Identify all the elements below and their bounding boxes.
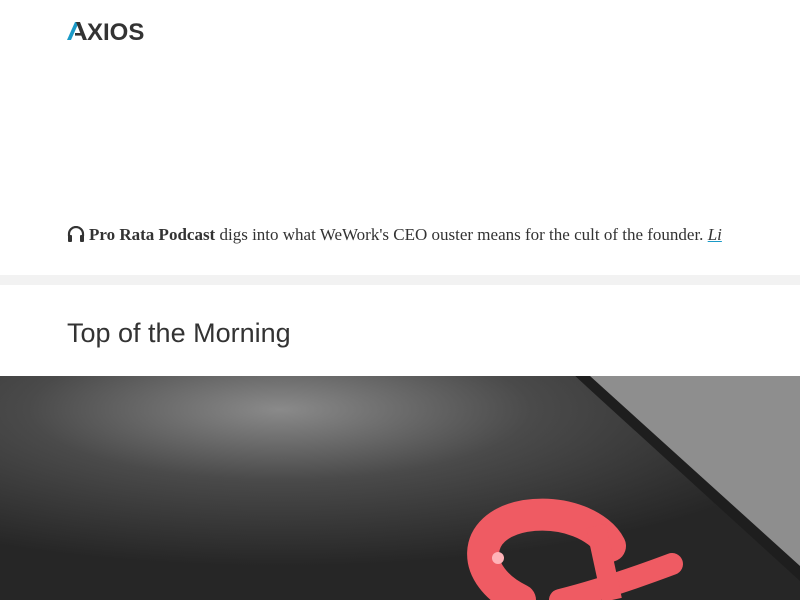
axios-logo[interactable]: XIOS [67, 18, 151, 42]
podcast-promo: Pro Rata Podcast digs into what WeWork's… [67, 222, 722, 248]
podcast-show-name: Pro Rata Podcast [89, 225, 216, 244]
headphones-icon [67, 224, 85, 242]
listen-link[interactable]: Li [708, 225, 722, 244]
podcast-description: digs into what WeWork's CEO ouster means… [219, 225, 704, 244]
svg-text:XIOS: XIOS [87, 19, 144, 42]
section-divider [0, 275, 800, 285]
hero-image [0, 376, 800, 600]
section-title: Top of the Morning [67, 318, 291, 348]
